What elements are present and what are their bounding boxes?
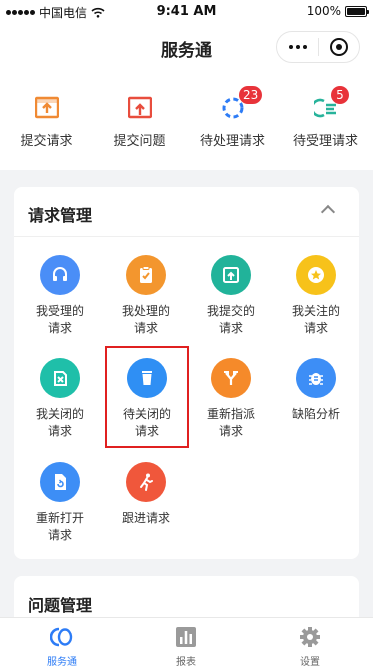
to-accept-count-badge: 5 [331,86,349,104]
quick-action-submit-problem[interactable]: 提交问题 [93,70,186,170]
close-circle-icon [329,38,348,56]
chevron-up-icon[interactable] [320,204,336,220]
grid-item-my-handled[interactable]: 我处理的 请求 [106,255,186,337]
request-management-card: 请求管理 我受理的 请求 我处理的 请求 我提交的 请求 我关注的 请求 我关闭… [14,187,359,559]
quick-action-pending-requests[interactable]: 23 待处理请求 [186,70,279,170]
quick-action-label: 提交问题 [113,134,166,149]
service-logo-icon [50,627,73,647]
reopen-file-icon [40,462,80,502]
tab-label: 设置 [300,657,320,668]
grid-item-my-followed[interactable]: 我关注的 请求 [276,255,356,337]
grid-item-label: 我关注的 请求 [291,304,340,335]
tab-settings[interactable]: 设置 [248,618,372,668]
grid-item-follow-up[interactable]: 跟进请求 [106,462,186,527]
card-title: 请求管理 [28,206,93,225]
quick-action-to-accept-requests[interactable]: 5 待受理请求 [279,70,372,170]
tab-service[interactable]: 服务通 [0,618,124,668]
star-icon [296,255,336,295]
grid-item-label: 重新指派 请求 [206,407,255,438]
close-button[interactable] [319,38,359,56]
grid-item-my-accepted[interactable]: 我受理的 请求 [20,255,100,337]
grid-item-pending-close[interactable]: 待关闭的 请求 [105,346,189,448]
quick-action-submit-request[interactable]: 提交请求 [0,70,93,170]
bar-chart-icon [176,627,196,647]
grid-item-label: 缺陷分析 [291,407,340,421]
grid-item-my-closed[interactable]: 我关闭的 请求 [20,358,100,440]
grid-item-label: 我关闭的 请求 [35,407,84,438]
status-right: 100% [306,4,369,18]
grid-item-defect-analysis[interactable]: 缺陷分析 [276,358,356,423]
tab-reports[interactable]: 报表 [124,618,248,668]
grid-item-label: 待关闭的 请求 [122,407,171,438]
tab-label: 报表 [176,657,196,668]
grid-item-my-submitted[interactable]: 我提交的 请求 [191,255,271,337]
tab-bar: 服务通 报表 设置 [0,617,373,668]
grid-item-label: 跟进请求 [121,511,170,525]
tab-label: 服务通 [47,657,77,668]
upload-box-icon [34,96,59,119]
headset-icon [40,255,80,295]
grid-item-label: 我提交的 请求 [206,304,255,335]
grid-item-label: 我受理的 请求 [35,304,84,335]
quick-action-label: 待处理请求 [199,134,265,149]
miniprogram-capsule [276,31,360,63]
grid-item-reopen[interactable]: 重新打开 请求 [20,462,100,544]
battery-percent: 100% [306,4,341,18]
card-title: 问题管理 [28,596,93,615]
delete-icon [40,358,80,398]
upload-box-icon [211,255,251,295]
nav-bar: 服务通 [0,24,373,70]
status-bar: 中国电信 9:41 AM 100% [0,0,373,24]
upload-box-icon [127,96,152,119]
trash-icon [127,358,167,398]
grid-item-reassign[interactable]: 重新指派 请求 [191,358,271,440]
runner-icon [126,462,166,502]
grid-item-label: 重新打开 请求 [35,511,84,542]
quick-action-label: 待受理请求 [292,134,358,149]
grid-item-label: 我处理的 请求 [121,304,170,335]
more-button[interactable] [277,45,318,49]
quick-actions: 提交请求 提交问题 23 待处理请求 5 待受理请求 [0,70,373,170]
card-header[interactable]: 请求管理 [14,187,359,237]
battery-icon [345,5,369,17]
bug-icon [296,358,336,398]
clipboard-check-icon [126,255,166,295]
quick-action-label: 提交请求 [20,134,73,149]
pending-count-badge: 23 [239,86,263,104]
gear-icon [300,627,320,647]
fork-icon [211,358,251,398]
